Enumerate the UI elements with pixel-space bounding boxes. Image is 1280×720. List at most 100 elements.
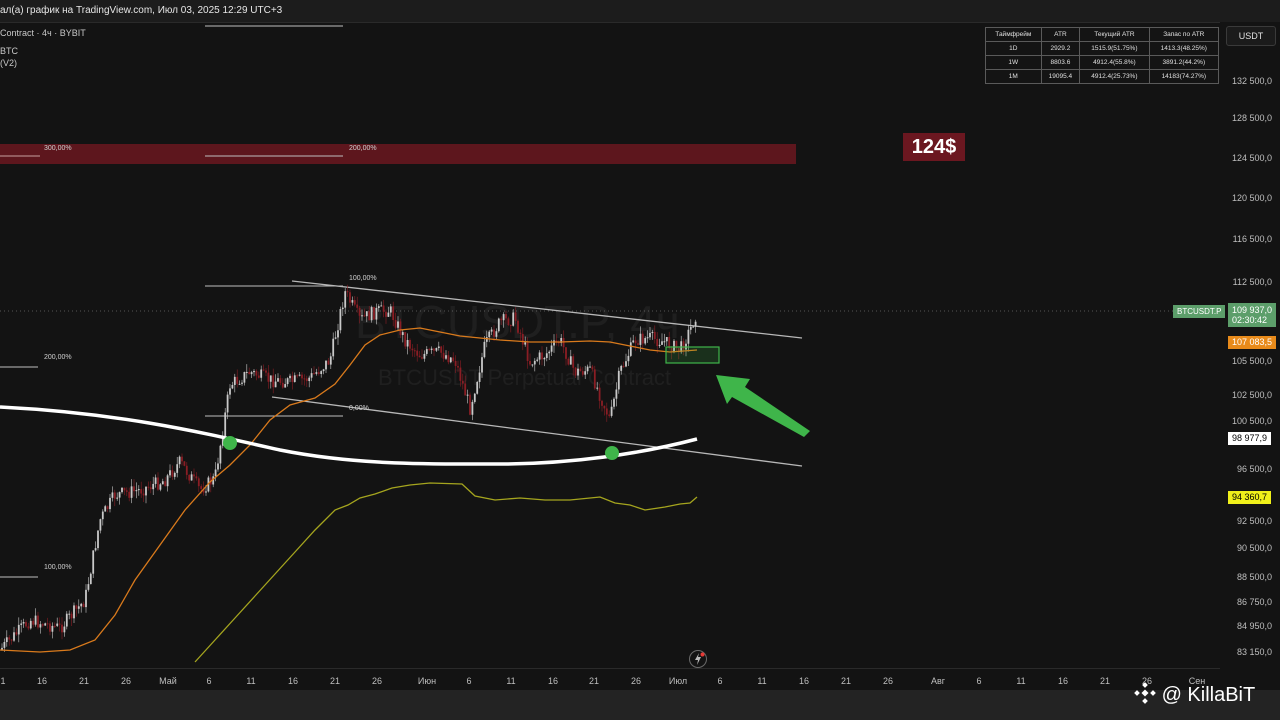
candle-body [145,486,147,496]
fib-label-0: 0,00% [349,405,369,412]
candle-body [656,338,659,347]
candle-body [63,626,66,633]
price-chart[interactable]: BTCUSDT.P, 4ч BTCUSDT Perpetual Contract [0,22,1220,668]
candle-body [94,548,97,551]
candle-body [521,333,524,345]
y-tick: 124 500,0 [1231,153,1272,163]
candle-body [205,491,207,493]
candle-body [152,483,155,490]
candle-body [154,477,157,484]
candle-body [257,375,260,378]
candle-body [533,360,536,365]
candle-body [435,348,438,351]
watermark-name: BTCUSDT Perpetual Contract [378,365,671,390]
candle-body [267,372,270,382]
y-tick: 120 500,0 [1231,193,1272,203]
candle-body [109,497,111,510]
candle-body [298,374,301,376]
candle-body [262,369,265,371]
y-tick: 128 500,0 [1231,113,1272,123]
support-touch-marker [605,446,619,460]
bar-countdown: 02:30:42 [1232,315,1268,325]
x-tick: 6 [466,676,472,686]
table-cell: 1413.3(48.25%) [1148,41,1220,56]
candle-body [593,369,596,389]
x-tick: 11 [1016,676,1026,686]
candle-body [159,484,162,490]
candle-body [250,372,253,375]
candle-body [41,624,44,626]
candle-body [195,476,198,479]
x-tick: 16 [36,676,48,686]
candle-body [241,382,243,384]
candle-body [25,622,27,627]
candle-body [125,490,128,492]
candle-body [577,368,579,376]
candle-body [289,375,291,379]
candle-body [562,337,565,348]
candle-body [65,613,68,627]
candle-body [303,378,306,380]
candle-body [147,486,150,488]
candle-body [394,320,397,328]
table-cell: 4912.4(25.73%) [1079,69,1150,84]
candle-body [687,329,690,344]
white-curve-label: 98 977,9 [1228,432,1272,445]
candle-body [113,492,116,499]
candle-body [497,318,500,332]
candle-body [13,632,15,641]
candle-body [658,344,661,347]
candle-body [641,333,644,344]
candle-body [255,370,258,376]
atr-table-header: Таймфрейм ATR Текущий ATR Запас по ATR [985,27,1220,42]
candle-body [404,332,407,347]
snapshot-header: ал(а) график на TradingView.com, Июл 03,… [0,0,1280,23]
candle-body [243,372,246,383]
candle-body [421,357,423,359]
candle-body [58,623,61,625]
x-tick: Май [159,676,177,686]
time-axis[interactable]: 1 16 21 26 Май 6 11 16 21 26 Июн 6 11 16… [0,668,1220,691]
candle-body [140,489,143,494]
candle-body [317,372,320,375]
currency-button[interactable]: USDT [1226,26,1276,46]
candle-body [565,347,567,359]
candle-body [272,375,275,388]
candle-body [382,305,385,312]
legend-symbol: Contract · 4ч · BYBIT [0,28,86,38]
candle-body [368,311,371,321]
candle-body [233,376,236,385]
candle-body [483,341,486,358]
candle-body [629,342,632,356]
x-tick: 6 [206,676,212,686]
candle-body [253,370,255,373]
candle-body [106,506,109,510]
candle-body [401,332,404,335]
candle-body [70,613,73,619]
candle-body [236,376,239,384]
candle-body [80,603,83,607]
x-tick: 16 [1057,676,1069,686]
candle-body [406,340,409,347]
candle-body [653,331,656,339]
candle-body [579,368,582,372]
snapshot-title: ал(а) график на TradingView.com, Июл 03,… [0,5,283,16]
candle-body [15,632,18,635]
candle-body [377,306,380,308]
candle-body [87,584,90,590]
lightning-icon[interactable] [689,650,707,668]
legend-indicator-version: (V2) [0,58,18,68]
chart-legend: Contract · 4ч · BYBIT BTC (V2) [0,26,86,68]
y-tick: 102 500,0 [1231,390,1272,400]
x-tick: 11 [506,676,516,686]
candle-body [646,337,649,339]
atr-header-reserve: Запас по ATR [1148,27,1220,42]
candle-body [176,464,179,473]
candle-body [358,307,361,316]
candle-body [284,384,287,388]
candle-body [651,331,654,333]
candle-body [363,315,366,317]
candle-body [89,573,92,585]
candle-body [490,329,493,332]
candle-body [353,300,356,305]
